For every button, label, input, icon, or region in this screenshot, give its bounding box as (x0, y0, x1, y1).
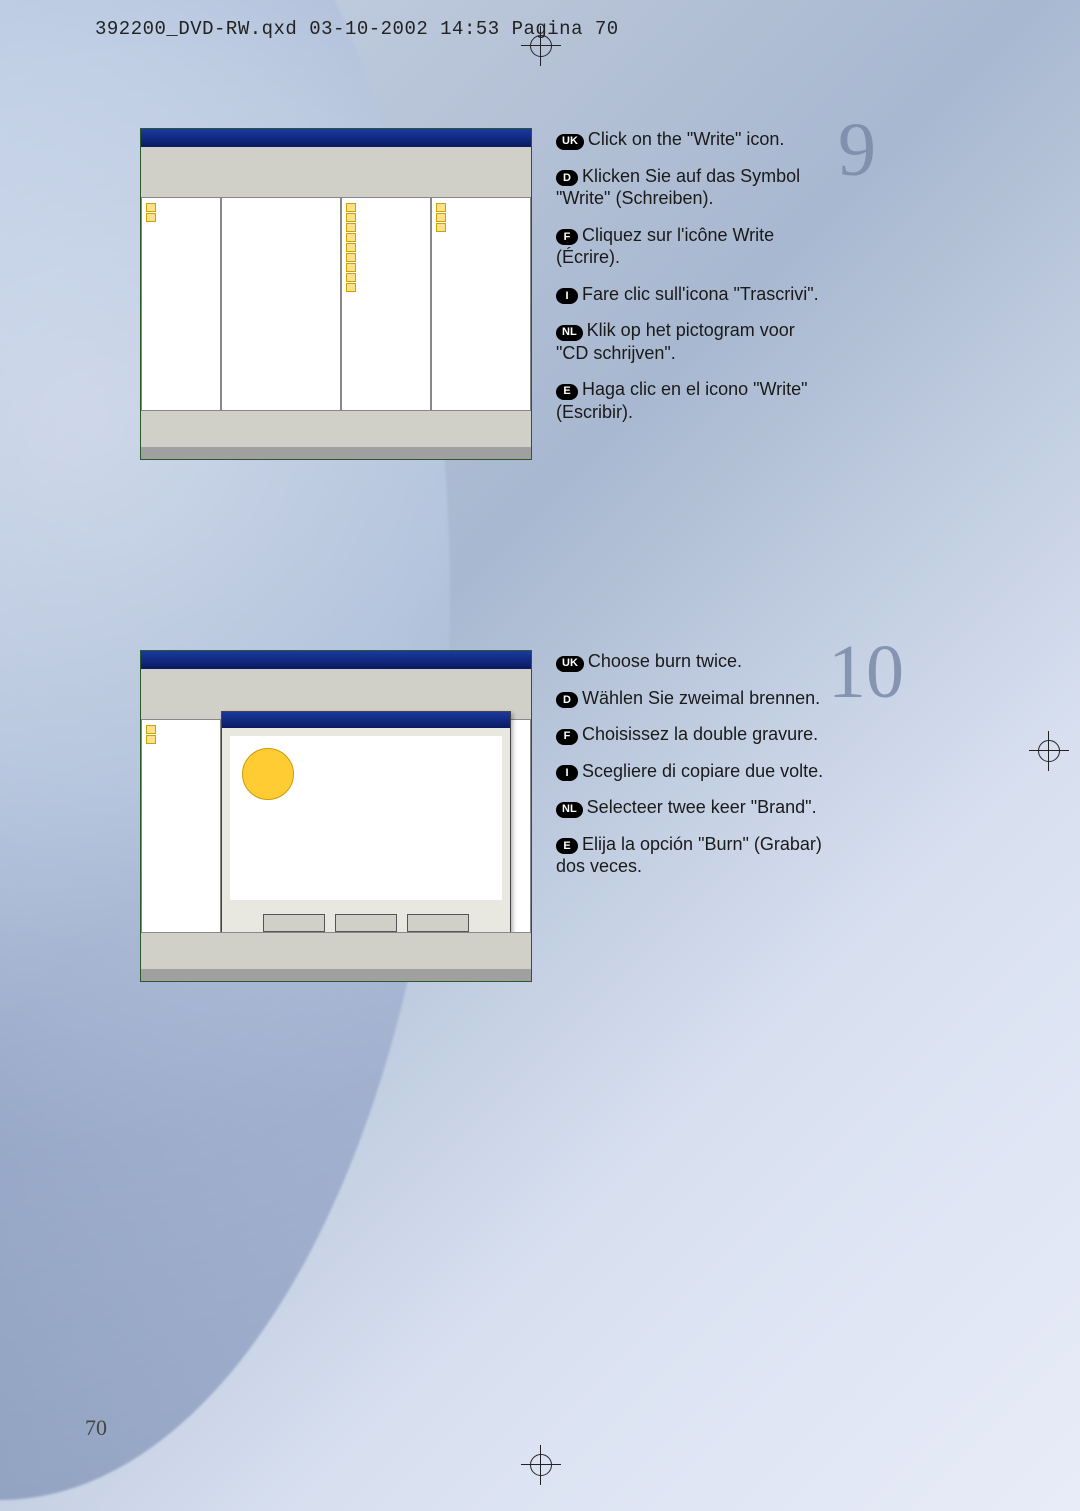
burn-wizard-dialog (221, 711, 511, 933)
instructions-step-9: 9 UKClick on the "Write" icon. DKlicken … (556, 128, 826, 460)
crop-mark-bottom (530, 1454, 552, 1476)
instruction-text: Klik op het pictogram voor "CD schrijven… (556, 320, 795, 363)
step-9-section: 9 UKClick on the "Write" icon. DKlicken … (140, 128, 880, 460)
crop-mark-top (530, 35, 552, 57)
instructions-step-10: 10 UKChoose burn twice. DWählen Sie zwei… (556, 650, 826, 982)
instruction-text: Wählen Sie zweimal brennen. (582, 688, 820, 708)
lang-badge: UK (556, 134, 584, 150)
instruction-text: Choose burn twice. (588, 651, 742, 671)
page-number: 70 (85, 1415, 107, 1441)
instruction-text: Click on the "Write" icon. (588, 129, 785, 149)
instruction-text: Elija la opción "Burn" (Grabar) dos vece… (556, 834, 822, 877)
crop-mark-right (1038, 740, 1060, 762)
wizard-button[interactable] (263, 914, 325, 932)
screenshot-step-10 (140, 650, 532, 982)
lang-badge: NL (556, 802, 583, 818)
step-10-section: 10 UKChoose burn twice. DWählen Sie zwei… (140, 650, 880, 982)
lang-badge: E (556, 384, 578, 400)
wizard-face-icon (242, 748, 294, 800)
instruction-text: Haga clic en el icono "Write" (Escribir)… (556, 379, 808, 422)
lang-badge: NL (556, 325, 583, 341)
instruction-text: Fare clic sull'icona "Trascrivi". (582, 284, 819, 304)
lang-badge: I (556, 288, 578, 304)
instruction-text: Scegliere di copiare due volte. (582, 761, 823, 781)
instruction-text: Klicken Sie auf das Symbol "Write" (Schr… (556, 166, 800, 209)
lang-badge: F (556, 729, 578, 745)
instruction-text: Selecteer twee keer "Brand". (587, 797, 817, 817)
lang-badge: UK (556, 656, 584, 672)
wizard-button[interactable] (407, 914, 469, 932)
instruction-text: Choisissez la double gravure. (582, 724, 818, 744)
screenshot-step-9 (140, 128, 532, 460)
wizard-button[interactable] (335, 914, 397, 932)
instruction-text: Cliquez sur l'icône Write (Écrire). (556, 225, 774, 268)
lang-badge: E (556, 838, 578, 854)
step-number-10: 10 (828, 634, 904, 710)
lang-badge: D (556, 170, 578, 186)
lang-badge: D (556, 692, 578, 708)
lang-badge: F (556, 229, 578, 245)
lang-badge: I (556, 765, 578, 781)
step-number-9: 9 (838, 112, 876, 188)
